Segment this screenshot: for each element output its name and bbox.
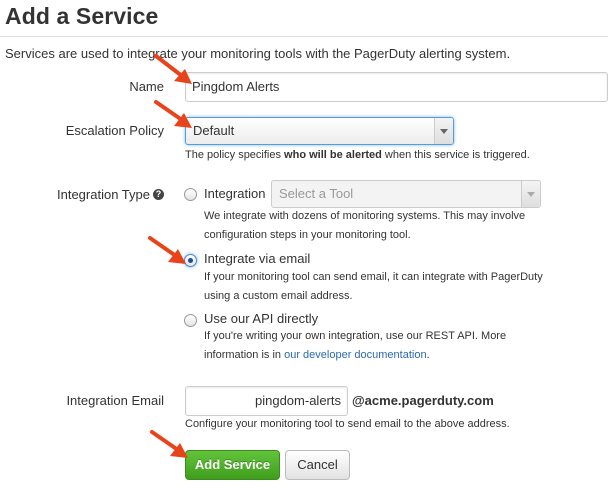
integration-radio-label[interactable]: Integration xyxy=(204,186,265,201)
name-input[interactable]: Pingdom Alerts xyxy=(185,72,608,102)
question-circle-icon[interactable]: ? xyxy=(153,189,164,200)
page-title: Add a Service xyxy=(5,3,159,29)
red-arrow-icon xyxy=(148,236,186,264)
red-arrow-icon xyxy=(154,54,192,84)
page-intro: Services are used to integrate your moni… xyxy=(5,46,511,61)
escalation-policy-selected: Default xyxy=(193,123,235,138)
integration-radio[interactable] xyxy=(184,188,197,201)
api-radio[interactable] xyxy=(184,314,197,327)
red-arrow-icon xyxy=(150,430,188,458)
escalation-policy-help: The policy specifies who will be alerted… xyxy=(185,149,530,161)
email-integration-help: If your monitoring tool can send email, … xyxy=(204,271,543,302)
escalation-policy-label: Escalation Policy xyxy=(65,123,164,138)
chevron-down-icon xyxy=(434,118,453,144)
integration-email-help: Configure your monitoring tool to send e… xyxy=(185,418,510,430)
escalation-policy-select[interactable]: Default xyxy=(185,117,454,145)
title-divider xyxy=(0,36,608,37)
red-arrow-icon xyxy=(154,100,192,128)
cancel-button[interactable]: Cancel xyxy=(285,450,350,480)
email-domain-suffix: @acme.pagerduty.com xyxy=(352,393,494,408)
integration-help: We integrate with dozens of monitoring s… xyxy=(204,210,526,241)
email-integration-radio-label[interactable]: Integrate via email xyxy=(204,251,310,266)
tool-select[interactable]: Select a Tool xyxy=(271,180,541,208)
developer-docs-link[interactable]: our developer documentation xyxy=(284,349,426,361)
integration-type-label: Integration Type xyxy=(57,187,150,202)
add-service-button[interactable]: Add Service xyxy=(185,450,280,480)
integration-email-label: Integration Email xyxy=(66,393,164,408)
api-help: If you're writing your own integration, … xyxy=(204,330,507,361)
integration-email-input[interactable]: pingdom-alerts xyxy=(185,386,348,416)
api-radio-label[interactable]: Use our API directly xyxy=(204,311,318,326)
tool-select-placeholder: Select a Tool xyxy=(279,186,354,201)
chevron-down-icon xyxy=(521,181,540,207)
